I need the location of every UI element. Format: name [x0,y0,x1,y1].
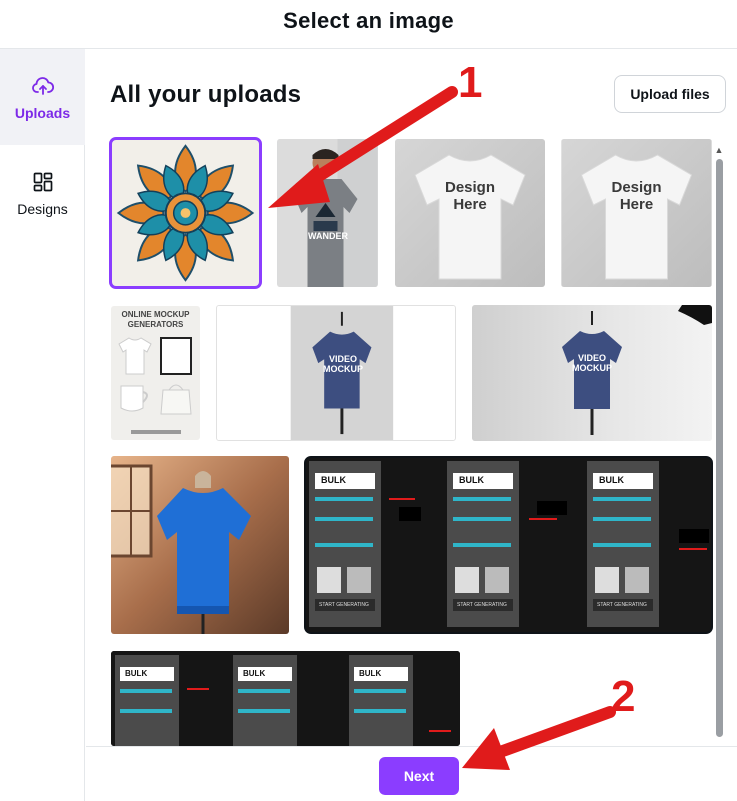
white-tshirt-image [561,139,712,287]
modal-title: Select an image [283,8,454,33]
image-tile-wander-shirt[interactable]: WANDER [277,139,378,287]
image-tile-mockup-generators[interactable]: ONLINE MOCKUP GENERATORS [111,306,200,440]
image-tile-blue-shirt[interactable] [111,456,289,634]
sidebar-item-designs[interactable]: Designs [0,145,85,241]
image-tile-blank-shirt-2[interactable]: Design Here [561,139,712,287]
mockup-text: MOCKUP [572,363,612,373]
cloud-upload-icon [31,76,54,95]
wander-text: WANDER [308,231,348,241]
scroll-up-arrow-icon[interactable]: ▲ [714,145,724,155]
bulk-logo: BULK [359,669,382,678]
mockup-text: MOCKUP [323,364,363,374]
here-text: Here [619,196,654,213]
mockup-gen-title-1: ONLINE MOCKUP [121,310,190,319]
image-tile-mandala[interactable] [109,137,262,289]
sidebar: Uploads Designs [0,49,85,801]
scrollbar-thumb[interactable] [716,159,723,737]
design-text: Design [611,179,662,196]
blue-tshirt-image [111,456,289,634]
bulk-logo: BULK [321,475,346,485]
here-text: Here [453,196,487,213]
section-title: All your uploads [110,81,302,108]
sidebar-item-label: Uploads [14,104,71,121]
man-in-tshirt-image [277,139,378,287]
video-text: VIDEO [328,354,357,364]
uploads-panel: All your uploads Upload files WANDER Des… [86,49,737,801]
bulk-logo: BULK [243,669,266,678]
start-generating-label: START GENERATING [319,602,369,608]
image-tile-bulk-mockup-partial[interactable]: BULK BULK BULK [111,651,460,746]
image-tile-blank-shirt-1[interactable]: Design Here [395,139,545,287]
next-button[interactable]: Next [379,757,459,795]
footer-bar: Next [86,746,737,801]
bulk-logo: BULK [125,669,148,678]
scrollbar[interactable]: ▲ [714,145,724,745]
annotation-number-2: 2 [611,672,636,721]
image-tile-video-mockup-2[interactable]: VIDEO MOCKUP [472,305,712,441]
bulk-mockup-screenshot-image [111,651,460,746]
mockup-gen-title-2: GENERATORS [127,320,184,329]
image-tile-bulk-mockup-3up[interactable]: BULK BULK BULK START GENERATING START GE… [304,456,713,634]
start-generating-label: START GENERATING [457,602,507,608]
sidebar-item-label: Designs [17,200,68,217]
upload-files-button[interactable]: Upload files [614,75,726,113]
mandala-image [111,139,260,287]
bulk-logo: BULK [459,475,484,485]
white-tshirt-image [395,139,545,287]
video-mockup-studio-image [472,305,712,441]
annotation-number-1: 1 [458,58,483,107]
design-text: Design [444,179,495,196]
grid-layout-icon [33,172,52,191]
image-tile-video-mockup-1[interactable]: VIDEO MOCKUP [216,305,456,441]
start-generating-label: START GENERATING [597,602,647,608]
video-text: VIDEO [577,353,606,363]
bulk-logo: BULK [599,475,624,485]
sidebar-item-uploads[interactable]: Uploads [0,49,85,145]
